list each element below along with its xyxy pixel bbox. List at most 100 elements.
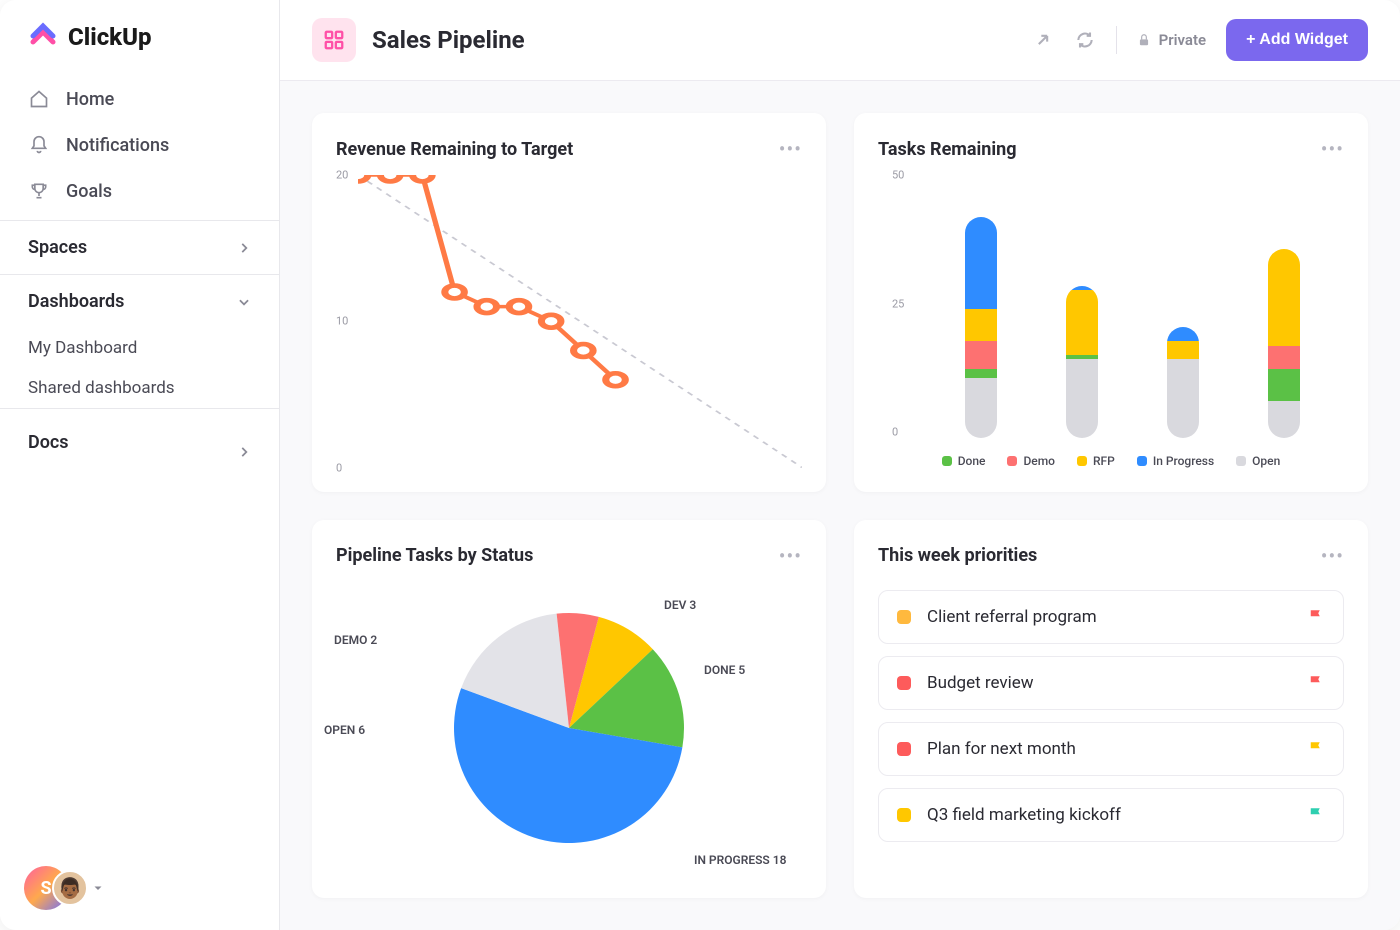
section-docs[interactable]: Docs: [0, 409, 279, 475]
bar: [1268, 249, 1300, 438]
priority-label: Budget review: [927, 673, 1291, 693]
bar-chart: [930, 175, 1334, 438]
section-dashboards[interactable]: Dashboards: [0, 275, 279, 328]
sidebar-item-label: Goals: [66, 181, 112, 202]
flag-icon: [1307, 674, 1325, 692]
legend: Done Demo RFP In Progress Open: [878, 454, 1344, 468]
sidebar-item-my-dashboard[interactable]: My Dashboard: [0, 328, 279, 368]
avatar: 👨🏾: [52, 870, 88, 906]
flag-icon: [1307, 740, 1325, 758]
bar-segment: [1167, 359, 1199, 437]
bar-segment: [965, 309, 997, 341]
priority-item[interactable]: Plan for next month: [878, 722, 1344, 776]
more-icon[interactable]: •••: [779, 137, 802, 161]
y-tick: 50: [892, 169, 904, 182]
legend-item: In Progress: [1137, 454, 1214, 468]
bar: [965, 217, 997, 438]
legend-item: Demo: [1007, 454, 1055, 468]
pie-label: DEV 3: [664, 598, 696, 612]
section-title: Spaces: [28, 237, 87, 258]
bar-segment: [1268, 369, 1300, 401]
sidebar-item-label: Home: [66, 89, 114, 110]
bar-segment: [1066, 290, 1098, 354]
y-tick: 0: [336, 461, 342, 474]
page-title: Sales Pipeline: [372, 26, 525, 54]
sidebar-item-notifications[interactable]: Notifications: [0, 122, 279, 168]
card-priorities: This week priorities ••• Client referral…: [854, 520, 1368, 899]
chevron-right-icon: [237, 445, 251, 459]
card-revenue: Revenue Remaining to Target ••• 20 10 0: [312, 113, 826, 492]
sidebar-item-goals[interactable]: Goals: [0, 168, 279, 214]
lock-icon: [1137, 33, 1151, 47]
chevron-down-icon: [237, 295, 251, 309]
bar-segment: [965, 378, 997, 438]
bar-segment: [965, 341, 997, 369]
priority-label: Plan for next month: [927, 739, 1291, 759]
status-bullet: [897, 676, 911, 690]
pie-chart: [444, 603, 694, 853]
priority-item[interactable]: Budget review: [878, 656, 1344, 710]
priority-label: Client referral program: [927, 607, 1291, 627]
section-title: Docs: [28, 432, 69, 453]
line-chart: [358, 175, 802, 468]
pie-label: IN PROGRESS 18: [694, 853, 786, 867]
card-pipeline: Pipeline Tasks by Status ••• DEMO 2 DEV 3…: [312, 520, 826, 899]
logo[interactable]: ClickUp: [0, 0, 279, 70]
y-tick: 10: [336, 315, 348, 328]
card-title: Tasks Remaining: [878, 139, 1017, 160]
brand-name: ClickUp: [68, 23, 152, 51]
clickup-logo-icon: [28, 22, 58, 52]
card-tasks: Tasks Remaining ••• 50250DoneDemoRFPIn P…: [854, 113, 1368, 492]
chevron-down-icon: [92, 882, 104, 894]
pie-label: OPEN 6: [324, 723, 365, 737]
flag-icon: [1307, 608, 1325, 626]
priority-item[interactable]: Q3 field marketing kickoff: [878, 788, 1344, 842]
trophy-icon: [28, 180, 50, 202]
sidebar-item-home[interactable]: Home: [0, 76, 279, 122]
home-icon: [28, 88, 50, 110]
card-title: Revenue Remaining to Target: [336, 139, 573, 160]
priority-label: Q3 field marketing kickoff: [927, 805, 1291, 825]
bar-segment: [1268, 346, 1300, 369]
bar-segment: [1167, 327, 1199, 341]
status-bullet: [897, 610, 911, 624]
bell-icon: [28, 134, 50, 156]
flag-icon: [1307, 806, 1325, 824]
bar-segment: [1268, 401, 1300, 438]
refresh-icon[interactable]: [1074, 29, 1096, 51]
sidebar-item-label: Notifications: [66, 135, 169, 156]
section-spaces[interactable]: Spaces: [0, 221, 279, 274]
status-bullet: [897, 742, 911, 756]
privacy-label: Private: [1159, 31, 1207, 49]
pie-label: DEMO 2: [334, 633, 377, 647]
bar-segment: [1167, 341, 1199, 359]
bar: [1066, 286, 1098, 438]
bar: [1167, 327, 1199, 437]
card-title: Pipeline Tasks by Status: [336, 545, 533, 566]
legend-item: RFP: [1077, 454, 1115, 468]
sidebar: ClickUp Home Notifications Goals Spaces: [0, 0, 280, 930]
bar-segment: [1066, 359, 1098, 437]
bar-segment: [965, 217, 997, 309]
header: Sales Pipeline Private + Add Widget: [280, 0, 1400, 81]
legend-item: Done: [942, 454, 986, 468]
card-title: This week priorities: [878, 545, 1037, 566]
y-tick: 20: [336, 169, 348, 182]
bar-segment: [965, 369, 997, 378]
y-tick: 25: [892, 297, 904, 310]
chevron-right-icon: [237, 241, 251, 255]
legend-item: Open: [1236, 454, 1280, 468]
priority-item[interactable]: Client referral program: [878, 590, 1344, 644]
section-title: Dashboards: [28, 291, 124, 312]
user-avatar-group[interactable]: S 👨🏾: [0, 846, 279, 930]
more-icon[interactable]: •••: [1321, 544, 1344, 568]
sidebar-item-shared-dashboards[interactable]: Shared dashboards: [0, 368, 279, 408]
more-icon[interactable]: •••: [1321, 137, 1344, 161]
more-icon[interactable]: •••: [779, 544, 802, 568]
dashboard-icon: [312, 18, 356, 62]
status-bullet: [897, 808, 911, 822]
pie-label: DONE 5: [704, 663, 745, 677]
privacy-indicator[interactable]: Private: [1137, 31, 1207, 49]
expand-icon[interactable]: [1032, 29, 1054, 51]
add-widget-button[interactable]: + Add Widget: [1226, 19, 1368, 61]
